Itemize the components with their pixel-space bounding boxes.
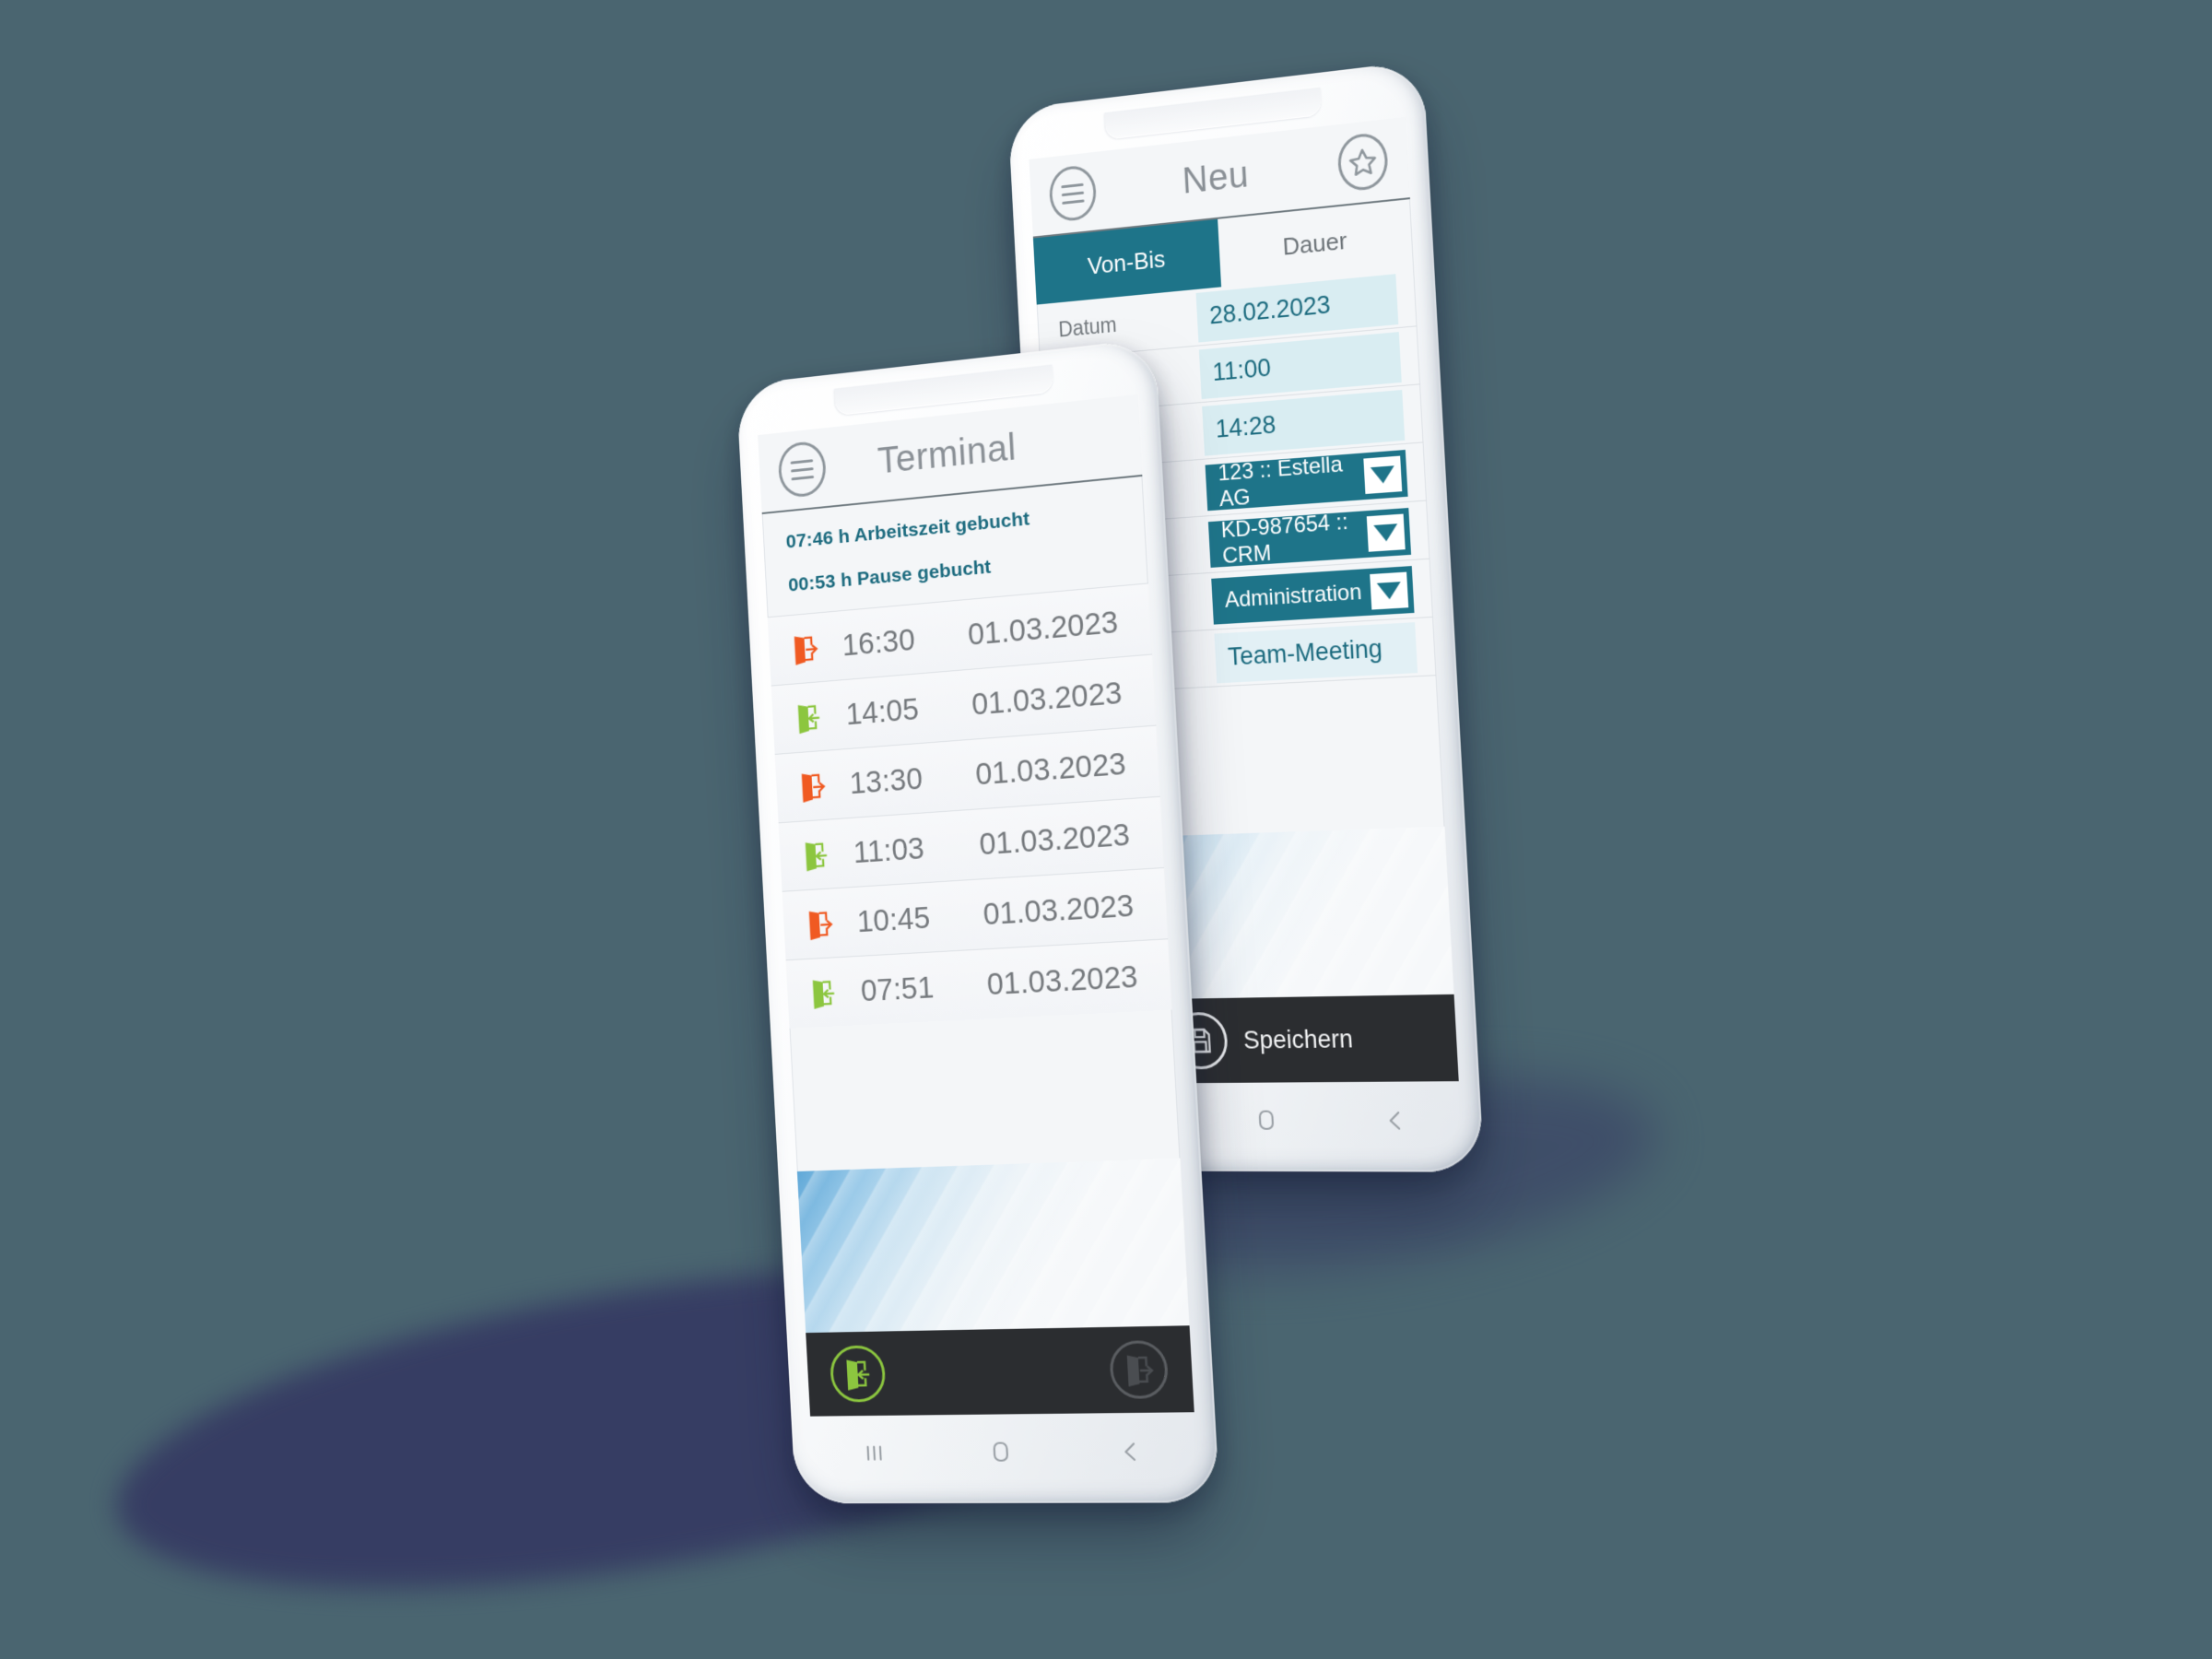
front-phone-android-nav	[810, 1416, 1198, 1487]
door-enter-icon	[794, 700, 831, 734]
entry-time: 11:03	[852, 830, 925, 869]
check-out-button[interactable]	[1108, 1339, 1170, 1399]
date-label: Datum	[1057, 312, 1118, 342]
entry-date: 01.03.2023	[982, 887, 1135, 931]
home-icon[interactable]	[1234, 1097, 1300, 1143]
entry-time: 07:51	[859, 969, 935, 1007]
door-enter-icon	[809, 976, 846, 1009]
entry-time: 16:30	[841, 621, 916, 662]
page-title: Terminal	[877, 426, 1018, 482]
chevron-down-icon	[1370, 571, 1409, 610]
entry-time: 10:45	[855, 900, 932, 938]
hamburger-menu-icon[interactable]	[777, 440, 828, 500]
header-spacer	[1070, 437, 1120, 442]
entry-time: 14:05	[844, 690, 920, 731]
door-enter-icon	[802, 838, 839, 871]
front-phone-screen: Terminal 07:46 h Arbeitszeit gebucht 00:…	[758, 394, 1194, 1417]
entry-date: 01.03.2023	[967, 604, 1120, 652]
project-select[interactable]: KD-987654 :: CRM	[1207, 507, 1412, 569]
project-select-value: KD-987654 :: CRM	[1220, 509, 1349, 569]
entry-date: 01.03.2023	[978, 816, 1131, 861]
customer-select-value: 123 :: Estella AG	[1217, 451, 1344, 512]
time-to-field[interactable]: 14:28	[1202, 389, 1406, 456]
entry-date: 01.03.2023	[985, 958, 1139, 1001]
star-icon[interactable]	[1336, 131, 1390, 193]
chevron-down-icon	[1363, 455, 1403, 494]
door-exit-icon	[798, 769, 835, 803]
entry-date: 01.03.2023	[971, 675, 1124, 722]
front-phone-device: Terminal 07:46 h Arbeitszeit gebucht 00:…	[735, 337, 1220, 1504]
home-icon[interactable]	[968, 1429, 1033, 1476]
note-field[interactable]: Team-Meeting	[1214, 621, 1418, 683]
door-exit-icon	[806, 907, 842, 940]
hamburger-menu-icon[interactable]	[1048, 163, 1098, 223]
door-exit-icon	[791, 631, 827, 665]
booking-entry-list: 16:30 01.03.2023 14:05 01.03.2023 13:30 …	[767, 582, 1172, 1029]
back-icon[interactable]	[1361, 1097, 1429, 1144]
back-icon[interactable]	[1097, 1428, 1164, 1475]
activity-select[interactable]: Administration	[1211, 565, 1415, 625]
worktime-status: 07:46 h Arbeitszeit gebucht	[785, 508, 1030, 553]
customer-select[interactable]: 123 :: Estella AG	[1205, 449, 1408, 512]
activity-select-value: Administration	[1224, 579, 1363, 613]
recents-icon[interactable]	[842, 1430, 906, 1477]
page-title: Neu	[1181, 153, 1250, 202]
entry-time: 13:30	[848, 760, 924, 800]
entry-date: 01.03.2023	[974, 745, 1127, 791]
screenshot-canvas: Neu Von-Bis Dauer Datum 28.02.2023 11:00…	[0, 0, 2212, 1659]
terminal-action-bar	[806, 1325, 1194, 1417]
save-button-label[interactable]: Speichern	[1242, 1025, 1353, 1055]
check-in-button[interactable]	[829, 1345, 887, 1403]
chevron-down-icon	[1366, 513, 1406, 552]
